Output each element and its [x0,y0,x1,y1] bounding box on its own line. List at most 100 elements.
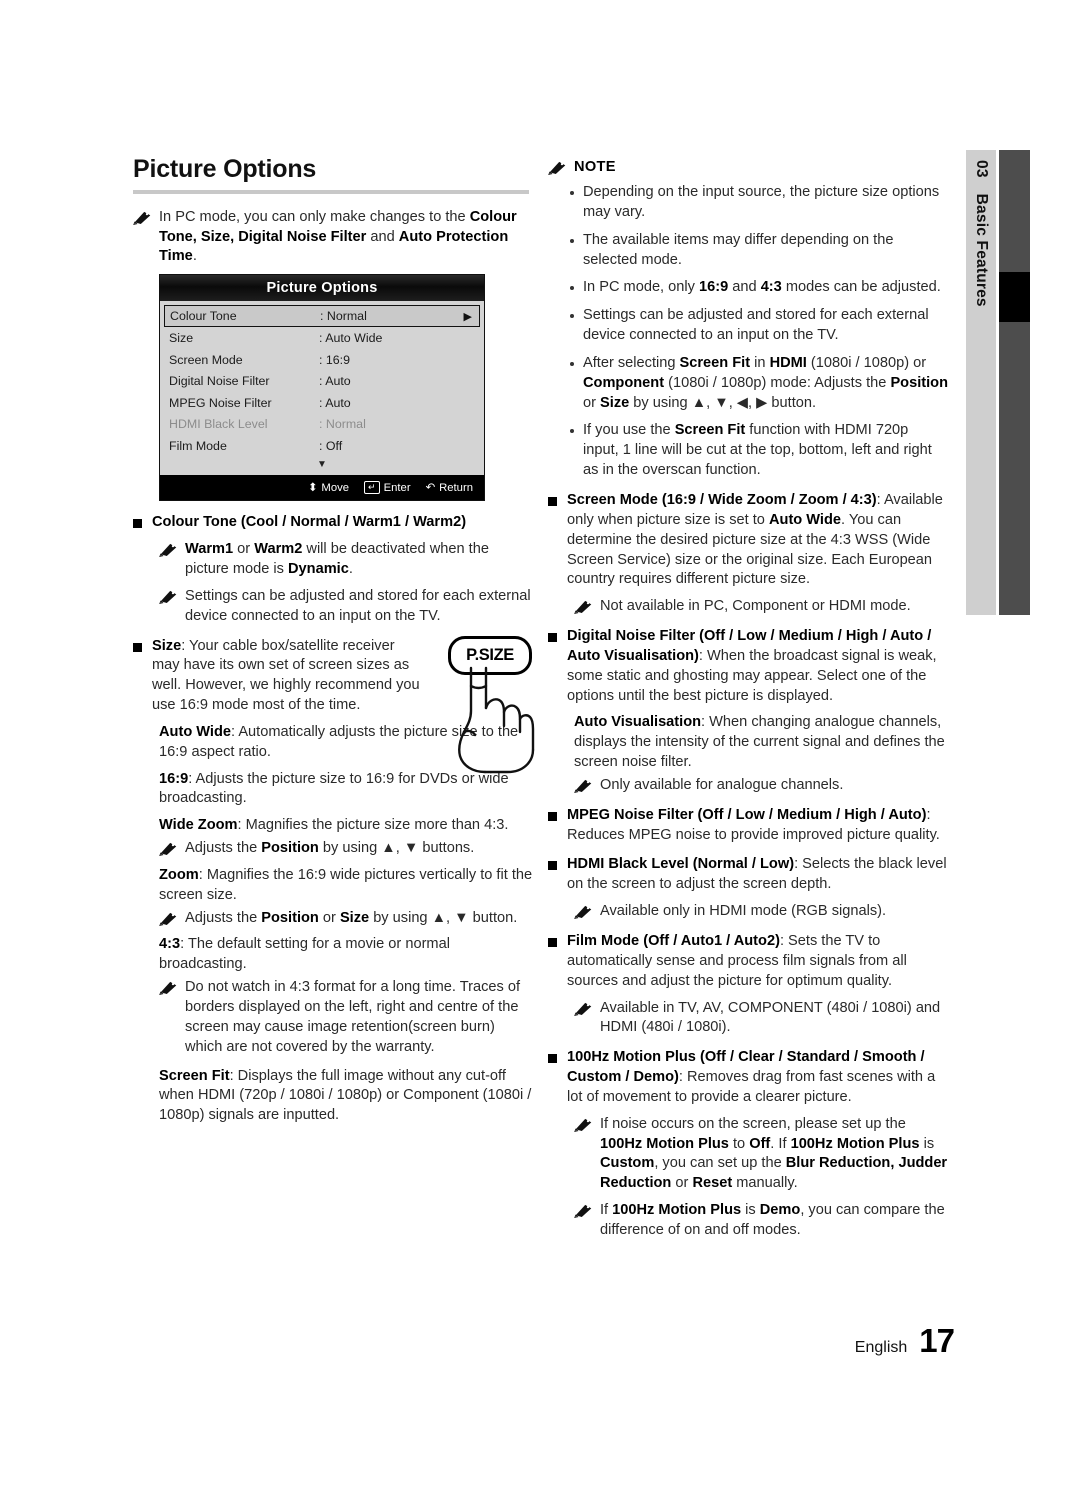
chapter-tab-text: 03 Basic Features [966,150,996,615]
dot-bullet-icon [570,429,574,434]
osd-row-label: Film Mode [169,438,227,453]
digital-noise-filter-note-text: Only available for analogue channels. [600,776,844,793]
note-list-item-text: After selecting Screen Fit in HDMI (1080… [583,354,949,411]
zoom-note-text: Adjusts the Position or Size by using ▲,… [185,909,518,926]
auto-visualisation-desc: Auto Visualisation: When changing analog… [574,714,945,771]
pencil-note-icon [574,1118,592,1132]
osd-row-label: MPEG Noise Filter [169,395,272,410]
square-bullet-icon [548,496,557,506]
osd-row-value: : Off [319,438,343,453]
motion-plus-text: 100Hz Motion Plus (Off / Clear / Standar… [567,1049,936,1105]
wide-zoom-note: Adjusts the Position by using ▲, ▼ butto… [133,839,533,859]
osd-enter-hint: ↵ Enter [364,481,411,495]
pencil-note-icon [159,590,177,604]
motion-plus-note-1-text: If noise occurs on the screen, please se… [600,1115,948,1192]
ratio-43-note: Do not watch in 4:3 format for a long ti… [133,978,533,1057]
note-list-item: Depending on the input source, the pictu… [548,183,948,223]
wide-zoom-desc: Wide Zoom: Magnifies the picture size mo… [159,817,509,834]
up-down-arrow-icon: ⬍ [307,482,318,495]
zoom-note: Adjusts the Position or Size by using ▲,… [133,909,533,929]
osd-row[interactable]: Colour Tone : Normal ▶ [164,305,480,328]
pencil-note-icon [159,982,177,996]
osd-row[interactable]: Digital Noise Filter : Auto [160,370,484,392]
pencil-note-icon [133,211,151,225]
square-bullet-icon [133,519,142,529]
square-bullet-icon [548,1054,557,1064]
ratio-43-note-text: Do not watch in 4:3 format for a long ti… [185,979,521,1055]
psize-remote-illustration: P.SIZE [444,636,536,776]
note-list-item-text: The available items may differ depending… [583,231,894,268]
note-list-item-text: Settings can be adjusted and stored for … [583,307,929,344]
return-arrow-icon: ↶ [425,482,436,495]
film-mode-note: Available in TV, AV, COMPONENT (480i / 1… [548,999,948,1039]
osd-row[interactable]: Screen Mode : 16:9 [160,349,484,371]
note-list-item: The available items may differ depending… [548,231,948,271]
osd-enter-label: Enter [383,481,411,494]
dot-bullet-icon [570,361,574,366]
osd-row-value: : Auto [319,374,351,389]
page-footer: English 17 [0,1322,955,1360]
osd-row-value: : 16:9 [319,352,351,367]
size-heading-text: Size: Your cable box/satellite receiver … [152,637,420,714]
note-list-item: In PC mode, only 16:9 and 4:3 modes can … [548,278,948,298]
osd-row[interactable]: MPEG Noise Filter : Auto [160,392,484,414]
osd-return-label: Return [439,481,473,494]
pencil-note-icon [574,906,592,920]
hdmi-black-level-note: Available only in HDMI mode (RGB signals… [548,902,948,922]
film-mode-item: Film Mode (Off / Auto1 / Auto2): Sets th… [548,932,948,992]
note-list: Depending on the input source, the pictu… [548,183,948,481]
note-label: NOTE [574,158,616,175]
screen-mode-item: Screen Mode (16:9 / Wide Zoom / Zoom / 4… [548,491,948,590]
osd-row-label: HDMI Black Level [169,417,268,432]
dot-bullet-icon [570,238,574,243]
pencil-note-icon [574,1002,592,1016]
digital-noise-filter-text: Digital Noise Filter (Off / Low / Medium… [567,628,937,704]
square-bullet-icon [133,642,142,652]
pencil-note-icon [574,601,592,615]
screen-mode-note-text: Not available in PC, Component or HDMI m… [600,598,911,615]
colour-tone-note-1-text: Warm1 or Warm2 will be deactivated when … [185,541,489,577]
tv-osd-menu: Picture Options Colour Tone : Normal ▶ S… [159,274,485,502]
right-arrow-icon[interactable]: ▶ [464,310,474,323]
intro-note: In PC mode, you can only make changes to… [133,208,533,268]
footer-language: English [854,1339,908,1356]
footer-page-number: 17 [919,1322,955,1359]
pencil-note-icon [574,1205,592,1219]
osd-row-label: Digital Noise Filter [169,374,270,389]
square-bullet-icon [548,811,557,821]
osd-row[interactable]: Size : Auto Wide [160,327,484,349]
osd-return-hint: ↶ Return [425,481,473,495]
osd-row[interactable]: Film Mode : Off [160,435,484,457]
pencil-note-icon [159,842,177,857]
film-mode-note-text: Available in TV, AV, COMPONENT (480i / 1… [600,999,941,1036]
motion-plus-item: 100Hz Motion Plus (Off / Clear / Standar… [548,1048,948,1108]
chapter-bar-active-marker [999,272,1030,322]
chapter-tab: 03 Basic Features [966,150,996,615]
osd-row: HDMI Black Level : Normal [160,413,484,435]
dot-bullet-icon [570,191,574,195]
pencil-note-icon [548,161,566,175]
colour-tone-note-2: Settings can be adjusted and stored for … [133,587,533,627]
colour-tone-heading: Colour Tone (Cool / Normal / Warm1 / War… [133,513,533,533]
osd-move-hint: ⬍ Move [307,481,350,495]
motion-plus-note-2-text: If 100Hz Motion Plus is Demo, you can co… [600,1202,945,1238]
osd-row-label: Colour Tone [170,309,237,324]
chapter-number: 03 [973,160,990,178]
square-bullet-icon [548,938,557,947]
square-bullet-icon [548,633,557,643]
osd-row-value: : Auto Wide [319,331,383,346]
osd-move-label: Move [321,481,350,494]
pencil-note-icon [574,779,592,793]
note-list-item: Settings can be adjusted and stored for … [548,306,948,346]
ratio-43-desc: 4:3: The default setting for a movie or … [159,936,450,973]
scroll-down-arrow-icon[interactable]: ▼ [160,456,484,473]
digital-noise-filter-item: Digital Noise Filter (Off / Low / Medium… [548,627,948,706]
osd-row-value: : Auto [319,395,351,410]
dot-bullet-icon [570,286,574,291]
hdmi-black-level-note-text: Available only in HDMI mode (RGB signals… [600,903,887,920]
note-list-item-text: Depending on the input source, the pictu… [583,184,940,220]
note-header: NOTE [548,158,948,175]
dot-bullet-icon [570,314,574,319]
note-list-item-text: In PC mode, only 16:9 and 4:3 modes can … [583,279,941,296]
note-list-item: If you use the Screen Fit function with … [548,421,948,481]
